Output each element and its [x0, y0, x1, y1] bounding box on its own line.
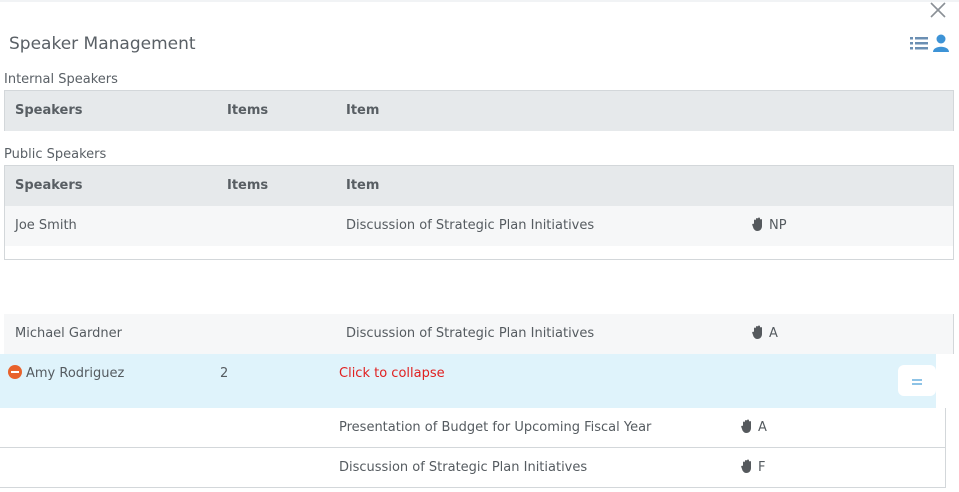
speaker-name: Michael Gardner	[15, 326, 122, 341]
header-speakers[interactable]: Speakers	[15, 178, 83, 193]
hand-icon	[741, 459, 751, 473]
sub-item-title: Discussion of Strategic Plan Initiatives	[339, 460, 588, 475]
status-text: F	[758, 460, 766, 475]
person-icon	[933, 34, 949, 52]
item-title: Discussion of Strategic Plan Initiatives	[346, 218, 595, 233]
view-toggle[interactable]	[910, 33, 950, 53]
speaker-name: Amy Rodriguez	[26, 366, 125, 381]
page-title: Speaker Management	[9, 34, 196, 54]
drag-handle-icon	[912, 379, 922, 381]
status-cell: A	[741, 419, 767, 435]
table-header: Speakers Items Item	[5, 166, 953, 206]
collapse-link[interactable]: Click to collapse	[339, 366, 445, 381]
status-cell: F	[741, 459, 765, 475]
close-icon	[930, 2, 946, 18]
top-border	[0, 0, 959, 2]
status-text: NP	[769, 218, 787, 233]
status-cell: NP	[752, 217, 787, 233]
items-count: 2	[220, 366, 229, 381]
hand-icon	[741, 419, 751, 433]
hand-icon	[752, 325, 762, 339]
sub-item-title: Presentation of Budget for Upcoming Fisc…	[339, 420, 652, 435]
speaker-name: Joe Smith	[15, 218, 77, 233]
internal-speakers-label: Internal Speakers	[4, 72, 118, 87]
status-cell: A	[752, 325, 778, 341]
header-speakers[interactable]: Speakers	[15, 103, 83, 118]
header-items[interactable]: Items	[227, 178, 268, 193]
collapse-icon[interactable]	[8, 365, 22, 379]
close-button[interactable]	[928, 0, 948, 20]
public-speakers-table: Speakers Items Item Joe Smith Discussion…	[4, 165, 954, 260]
divider	[0, 447, 946, 448]
reorder-button[interactable]	[898, 365, 936, 396]
item-title: Discussion of Strategic Plan Initiatives	[346, 326, 595, 341]
public-speakers-label: Public Speakers	[4, 147, 107, 162]
header-items[interactable]: Items	[227, 103, 268, 118]
internal-speakers-table: Speakers Items Item	[4, 90, 954, 131]
list-icon	[910, 37, 928, 50]
status-text: A	[758, 420, 767, 435]
header-item[interactable]: Item	[346, 103, 379, 118]
list-item[interactable]: Michael Gardner Discussion of Strategic …	[4, 314, 954, 354]
expanded-speaker-row[interactable]	[0, 354, 936, 408]
hand-icon	[752, 217, 762, 231]
table-header: Speakers Items Item	[5, 91, 953, 131]
table-row[interactable]: Joe Smith Discussion of Strategic Plan I…	[5, 206, 953, 246]
status-text: A	[769, 326, 778, 341]
header-item[interactable]: Item	[346, 178, 379, 193]
